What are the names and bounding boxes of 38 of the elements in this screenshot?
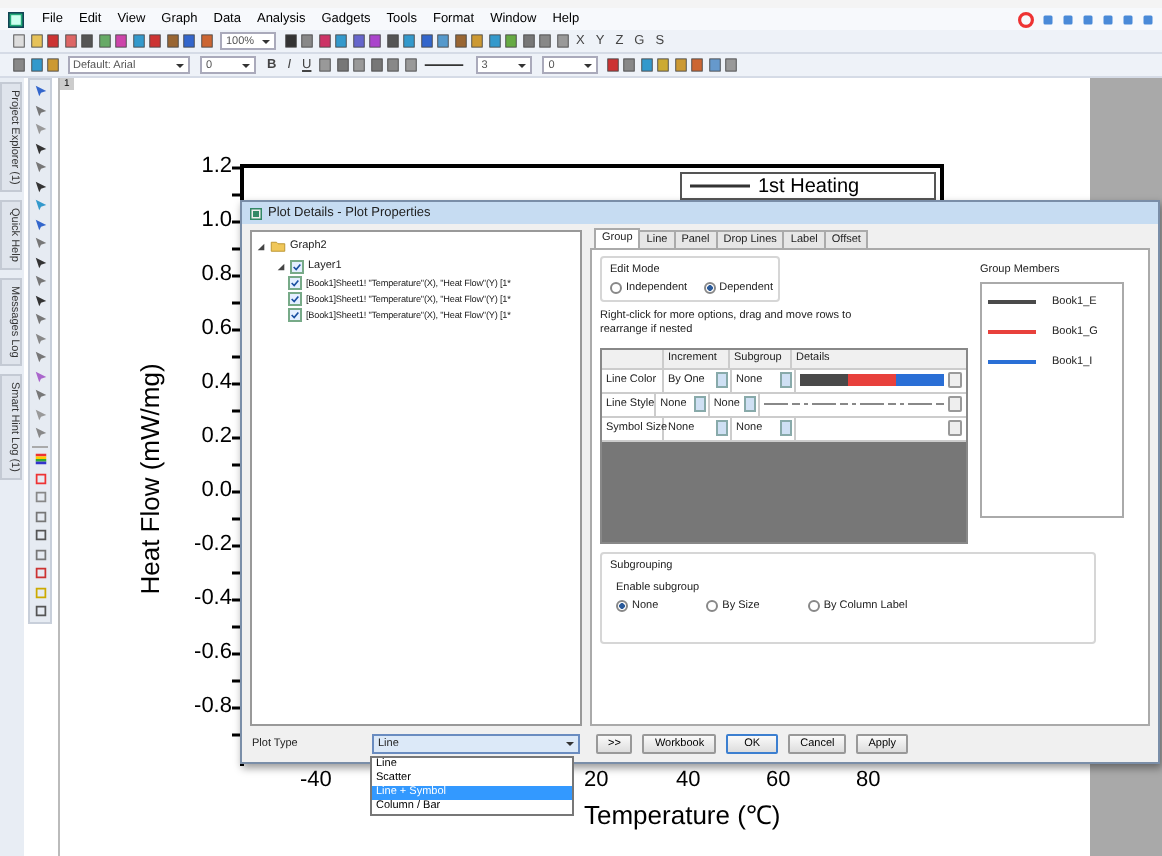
folder-icon bbox=[270, 240, 286, 252]
expand-arrow-icon[interactable] bbox=[276, 261, 286, 271]
tick-label: 40 bbox=[676, 768, 701, 792]
radio-button[interactable] bbox=[807, 599, 820, 612]
tick-label: 0.0 bbox=[199, 480, 232, 502]
checkbox[interactable] bbox=[288, 275, 302, 289]
axis-title: Heat Flow (mW/mg) bbox=[135, 361, 165, 599]
checkbox[interactable] bbox=[288, 291, 302, 305]
app-icon[interactable] bbox=[8, 11, 24, 27]
legend-label: 1st Heating bbox=[758, 175, 860, 197]
tick-label: 1.2 bbox=[199, 156, 232, 178]
expand-arrow-icon[interactable] bbox=[256, 241, 266, 251]
tick-label: -40 bbox=[300, 768, 332, 792]
checkbox[interactable] bbox=[290, 259, 304, 273]
color-list-preview bbox=[800, 374, 944, 387]
color-bars-icon[interactable] bbox=[33, 452, 47, 466]
circle-app-icon[interactable] bbox=[1018, 11, 1034, 27]
tick-label: 80 bbox=[856, 768, 881, 792]
tick-label: 0.2 bbox=[199, 426, 232, 448]
legend-line-icon bbox=[690, 182, 750, 190]
tick-label: -0.4 bbox=[192, 588, 232, 610]
radio-button[interactable] bbox=[703, 282, 716, 294]
tick-label: 0.4 bbox=[199, 372, 232, 394]
tick-label: -0.2 bbox=[192, 534, 232, 556]
window-icon bbox=[250, 207, 262, 219]
tick-label: -0.6 bbox=[192, 642, 232, 664]
axis-title: Temperature (℃) bbox=[584, 798, 781, 832]
tick-label: 1.0 bbox=[199, 210, 232, 232]
tick-label: 60 bbox=[766, 768, 791, 792]
tick-label: 20 bbox=[584, 768, 609, 792]
tick-label: -0.8 bbox=[192, 696, 232, 718]
radio-button[interactable] bbox=[610, 282, 622, 294]
tick-label: 0.6 bbox=[199, 318, 232, 340]
tick-label: 0.8 bbox=[199, 264, 232, 286]
radio-button[interactable] bbox=[706, 599, 719, 612]
line-style-icon[interactable] bbox=[420, 58, 469, 72]
radio-button[interactable] bbox=[616, 599, 628, 612]
checkbox[interactable] bbox=[288, 307, 302, 321]
